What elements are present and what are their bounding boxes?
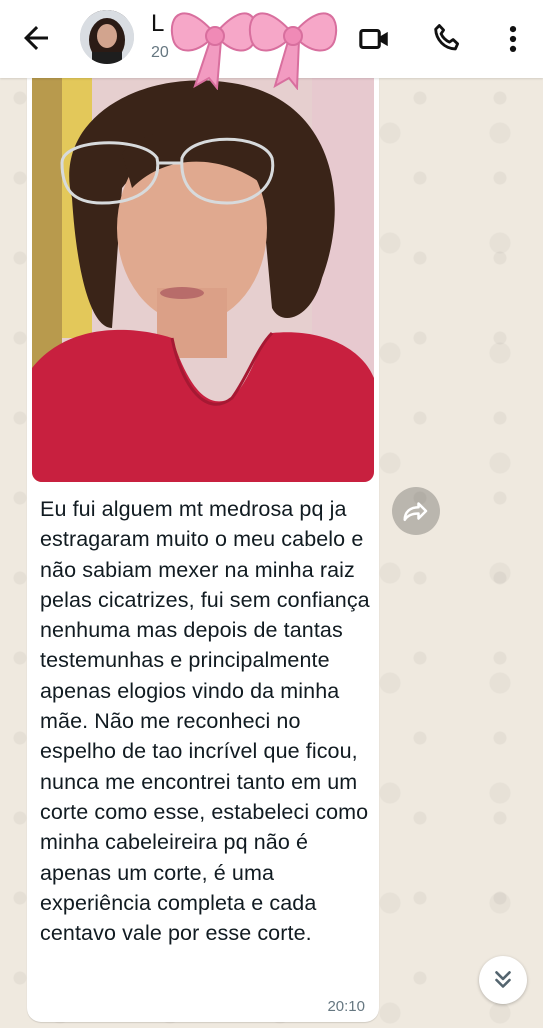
forward-button[interactable]	[392, 487, 440, 535]
video-call-icon[interactable]	[358, 22, 392, 56]
avatar[interactable]	[80, 10, 134, 64]
more-options-icon[interactable]	[496, 22, 530, 56]
phone-call-icon[interactable]	[430, 22, 464, 56]
scroll-to-bottom-button[interactable]	[479, 956, 527, 1004]
double-chevron-down-icon	[495, 971, 511, 988]
message-bubble[interactable]: Eu fui alguem mt medrosa pq ja estragara…	[27, 78, 379, 1022]
back-arrow-icon[interactable]	[18, 20, 54, 56]
forward-icon	[403, 502, 428, 521]
message-timestamp: 20:10	[327, 998, 365, 1015]
contact-name[interactable]: L	[151, 10, 164, 38]
pink-bow-sticker	[170, 12, 338, 90]
message-photo[interactable]	[32, 78, 374, 482]
message-text: Eu fui alguem mt medrosa pq ja estragara…	[40, 497, 370, 946]
